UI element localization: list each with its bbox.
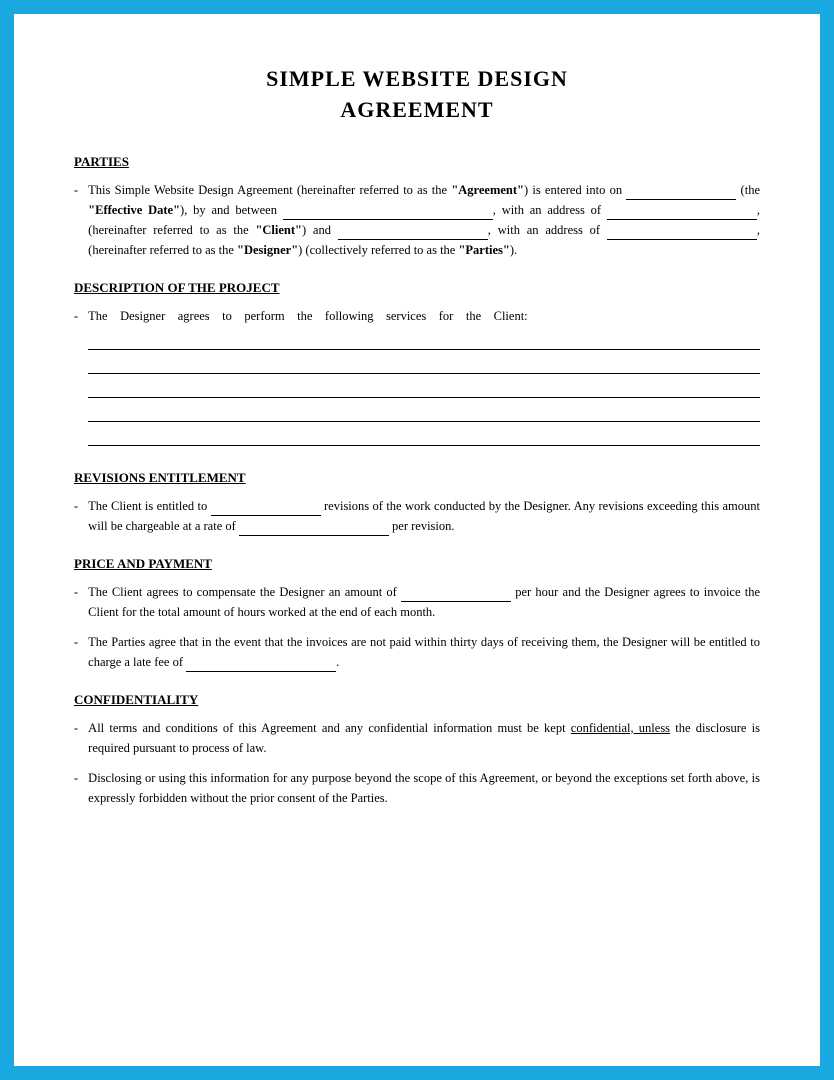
revisions-rate-blank	[239, 535, 389, 536]
revisions-number-blank	[211, 515, 321, 516]
revisions-bullet-1: - The Client is entitled to revisions of…	[74, 496, 760, 536]
desc-line-2	[88, 354, 760, 374]
price-text-1: The Client agrees to compensate the Desi…	[88, 582, 760, 622]
bullet-dash-4: -	[74, 582, 78, 622]
bullet-dash-5: -	[74, 632, 78, 672]
price-text-2: The Parties agree that in the event that…	[88, 632, 760, 672]
page-border: SIMPLE WEBSITE DESIGN AGREEMENT PARTIES …	[0, 0, 834, 1080]
revisions-heading: REVISIONS ENTITLEMENT	[74, 470, 760, 486]
party1-name-blank	[283, 219, 493, 220]
price-bullet-2: - The Parties agree that in the event th…	[74, 632, 760, 672]
parties-text: This Simple Website Design Agreement (he…	[88, 180, 760, 260]
description-blank-lines	[88, 330, 760, 446]
document-title: SIMPLE WEBSITE DESIGN AGREEMENT	[74, 64, 760, 126]
effective-date-blank	[626, 199, 736, 200]
bullet-dash-6: -	[74, 718, 78, 758]
price-heading: PRICE AND PAYMENT	[74, 556, 760, 572]
desc-line-4	[88, 402, 760, 422]
price-bullet-1: - The Client agrees to compensate the De…	[74, 582, 760, 622]
confidential-underline-text: confidential, unless	[571, 721, 670, 735]
desc-line-3	[88, 378, 760, 398]
desc-line-1	[88, 330, 760, 350]
confidentiality-bullet-2: - Disclosing or using this information f…	[74, 768, 760, 808]
party2-name-blank	[338, 239, 488, 240]
party1-address-blank	[607, 219, 757, 220]
document-page: SIMPLE WEBSITE DESIGN AGREEMENT PARTIES …	[14, 14, 820, 1066]
bullet-dash-7: -	[74, 768, 78, 808]
description-heading: DESCRIPTION OF THE PROJECT	[74, 280, 760, 296]
desc-line-5	[88, 426, 760, 446]
bullet-dash-3: -	[74, 496, 78, 536]
confidentiality-bullet-1: - All terms and conditions of this Agree…	[74, 718, 760, 758]
party2-address-blank	[607, 239, 757, 240]
confidentiality-heading: CONFIDENTIALITY	[74, 692, 760, 708]
parties-bullet-1: - This Simple Website Design Agreement (…	[74, 180, 760, 260]
bullet-dash-2: -	[74, 306, 78, 450]
parties-term: "Parties"	[458, 243, 509, 257]
late-fee-blank	[186, 671, 336, 672]
parties-heading: PARTIES	[74, 154, 760, 170]
agreement-term: "Agreement"	[451, 183, 524, 197]
confidentiality-text-1: All terms and conditions of this Agreeme…	[88, 718, 760, 758]
title-line2: AGREEMENT	[74, 95, 760, 126]
client-term: "Client"	[255, 223, 302, 237]
bullet-dash: -	[74, 180, 78, 260]
confidentiality-text-2: Disclosing or using this information for…	[88, 768, 760, 808]
revisions-text: The Client is entitled to revisions of t…	[88, 496, 760, 536]
price-amount-blank	[401, 601, 511, 602]
description-text: The Designer agrees to perform the follo…	[88, 306, 760, 450]
effective-date-term: "Effective Date"	[88, 203, 180, 217]
description-bullet-1: - The Designer agrees to perform the fol…	[74, 306, 760, 450]
title-line1: SIMPLE WEBSITE DESIGN	[74, 64, 760, 95]
designer-term: "Designer"	[237, 243, 298, 257]
